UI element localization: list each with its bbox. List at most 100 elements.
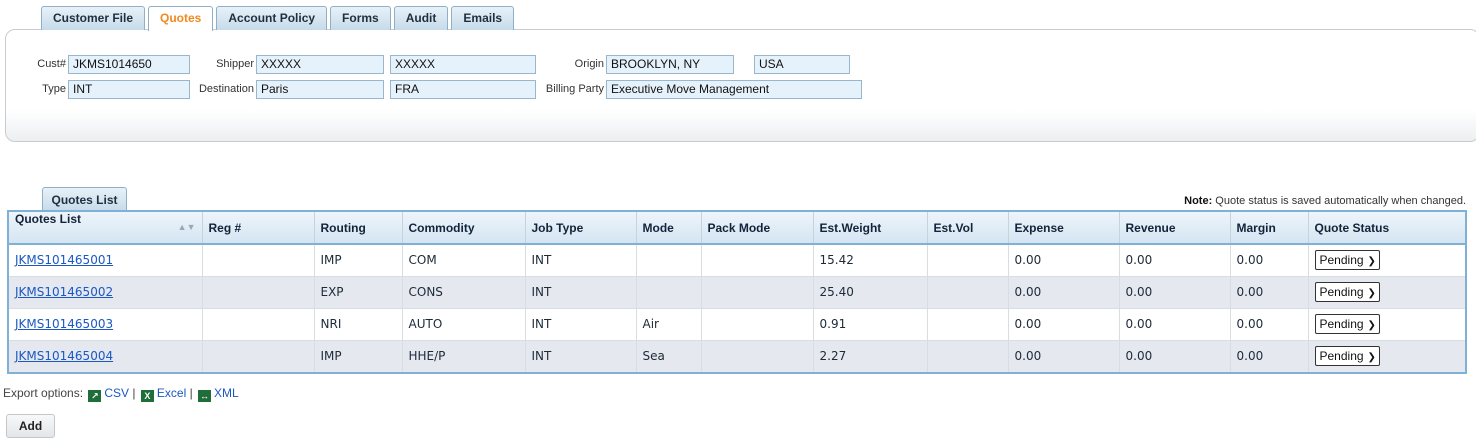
note-label: Note: <box>1184 195 1213 207</box>
col-reg[interactable]: Reg # <box>202 212 315 245</box>
col-commodity[interactable]: Commodity <box>402 212 526 245</box>
col-revenue[interactable]: Revenue <box>1119 212 1231 245</box>
est-weight-cell: 25.40 <box>813 276 928 309</box>
est-vol-cell <box>927 308 1009 341</box>
mode-cell <box>636 276 702 309</box>
mode-cell <box>636 244 702 277</box>
tab-quotes[interactable]: Quotes <box>148 6 214 31</box>
origin-field[interactable]: BROOKLYN, NY <box>606 55 734 74</box>
col-mode[interactable]: Mode <box>636 212 702 245</box>
reg-cell <box>202 276 315 309</box>
est-weight-cell: 0.91 <box>813 308 928 341</box>
shipper-label: Shipper <box>216 58 254 70</box>
quote-link[interactable]: JKMS101465002 <box>15 285 113 299</box>
customer-info-panel: Cust# JKMS1014650 Shipper XXXXX XXXXX Or… <box>5 29 1476 142</box>
est-weight-cell: 2.27 <box>813 340 928 372</box>
quote-status-select[interactable]: Pending ❯ <box>1314 250 1380 271</box>
type-field[interactable]: INT <box>68 80 190 99</box>
export-separator: | <box>189 386 193 400</box>
col-quote-status[interactable]: Quote Status <box>1308 212 1465 245</box>
destination-field[interactable]: Paris <box>256 80 384 99</box>
table-row: JKMS101465004 IMP HHE/P INT Sea 2.27 0.0… <box>9 340 1465 372</box>
mode-cell: Sea <box>636 340 702 372</box>
excel-icon[interactable]: X <box>140 390 154 402</box>
chevron-down-icon: ❯ <box>1367 256 1376 268</box>
destination-label: Destination <box>198 83 254 95</box>
col-quotes-list[interactable]: Quotes List ▲▼ <box>9 212 203 245</box>
quotes-list-tab[interactable]: Quotes List <box>42 187 127 211</box>
col-margin[interactable]: Margin <box>1230 212 1309 245</box>
note-text: Quote status is saved automatically when… <box>1215 195 1466 207</box>
routing-cell: NRI <box>314 308 403 341</box>
xml-icon[interactable]: ↔ <box>198 390 212 402</box>
pack-mode-cell <box>701 276 814 309</box>
revenue-cell: 0.00 <box>1119 340 1231 372</box>
table-row: JKMS101465002 EXP CONS INT 25.40 0.00 0.… <box>9 276 1465 309</box>
reg-cell <box>202 340 315 372</box>
quote-status-select[interactable]: Pending ❯ <box>1314 314 1380 334</box>
est-vol-cell <box>927 340 1009 372</box>
pack-mode-cell <box>701 244 814 277</box>
reg-cell <box>202 308 315 341</box>
tab-audit[interactable]: Audit <box>393 6 449 30</box>
cust-label: Cust# <box>37 58 66 70</box>
tab-account-policy[interactable]: Account Policy <box>216 6 328 30</box>
chevron-down-icon: ❯ <box>1367 352 1376 364</box>
margin-cell: 0.00 <box>1230 308 1309 341</box>
cust-number-field[interactable]: JKMS1014650 <box>68 55 190 74</box>
add-button[interactable]: Add <box>6 414 55 438</box>
shipper-field-2[interactable]: XXXXX <box>390 55 536 74</box>
export-xml-link[interactable]: XML <box>214 386 239 400</box>
col-est-vol[interactable]: Est.Vol <box>927 212 1009 245</box>
expense-cell: 0.00 <box>1008 308 1120 341</box>
margin-cell: 0.00 <box>1230 276 1309 309</box>
export-separator: | <box>132 386 136 400</box>
origin-country-field[interactable]: USA <box>754 55 850 74</box>
chevron-down-icon: ❯ <box>1367 288 1376 299</box>
quote-link[interactable]: JKMS101465004 <box>15 349 113 363</box>
routing-cell: IMP <box>314 340 403 372</box>
job-type-cell: INT <box>525 340 637 372</box>
expense-cell: 0.00 <box>1008 276 1120 309</box>
est-vol-cell <box>927 276 1009 309</box>
routing-cell: IMP <box>314 244 403 277</box>
tab-customer-file[interactable]: Customer File <box>41 6 146 30</box>
shipper-field[interactable]: XXXXX <box>256 55 384 74</box>
col-expense[interactable]: Expense <box>1008 212 1120 245</box>
export-csv-link[interactable]: CSV <box>104 386 129 400</box>
col-est-weight[interactable]: Est.Weight <box>813 212 928 245</box>
reg-cell <box>202 244 315 277</box>
table-row: JKMS101465001 IMP COM INT 15.42 0.00 0.0… <box>9 244 1465 277</box>
quote-status-select[interactable]: Pending ❯ <box>1314 346 1380 367</box>
table-row: JKMS101465003 NRI AUTO INT Air 0.91 0.00… <box>9 308 1465 341</box>
col-job-type[interactable]: Job Type <box>525 212 637 245</box>
chevron-down-icon: ❯ <box>1367 320 1376 331</box>
job-type-cell: INT <box>525 244 637 277</box>
quote-link[interactable]: JKMS101465003 <box>15 317 113 331</box>
export-excel-link[interactable]: Excel <box>157 386 186 400</box>
quote-status-select[interactable]: Pending ❯ <box>1314 282 1380 302</box>
expense-cell: 0.00 <box>1008 244 1120 277</box>
routing-cell: EXP <box>314 276 403 309</box>
destination-country-field[interactable]: FRA <box>390 80 536 99</box>
commodity-cell: HHE/P <box>402 340 526 372</box>
revenue-cell: 0.00 <box>1119 244 1231 277</box>
quote-link[interactable]: JKMS101465001 <box>15 253 113 267</box>
sort-icon[interactable]: ▲▼ <box>178 212 196 243</box>
type-label: Type <box>42 83 66 95</box>
origin-label: Origin <box>574 58 604 70</box>
csv-icon[interactable]: ↗ <box>88 390 102 402</box>
expense-cell: 0.00 <box>1008 340 1120 372</box>
quotes-grid: Quotes List ▲▼ Reg # Routing Commodity Jo… <box>7 210 1467 374</box>
commodity-cell: CONS <box>402 276 526 309</box>
job-type-cell: INT <box>525 276 637 309</box>
tab-emails[interactable]: Emails <box>451 6 515 30</box>
pack-mode-cell <box>701 308 814 341</box>
revenue-cell: 0.00 <box>1119 276 1231 309</box>
tab-forms[interactable]: Forms <box>330 6 391 30</box>
col-routing[interactable]: Routing <box>314 212 403 245</box>
billing-party-field[interactable]: Executive Move Management <box>606 80 862 99</box>
col-pack-mode[interactable]: Pack Mode <box>701 212 814 245</box>
mode-cell: Air <box>636 308 702 341</box>
top-tab-bar: Customer File Quotes Account Policy Form… <box>41 6 515 31</box>
